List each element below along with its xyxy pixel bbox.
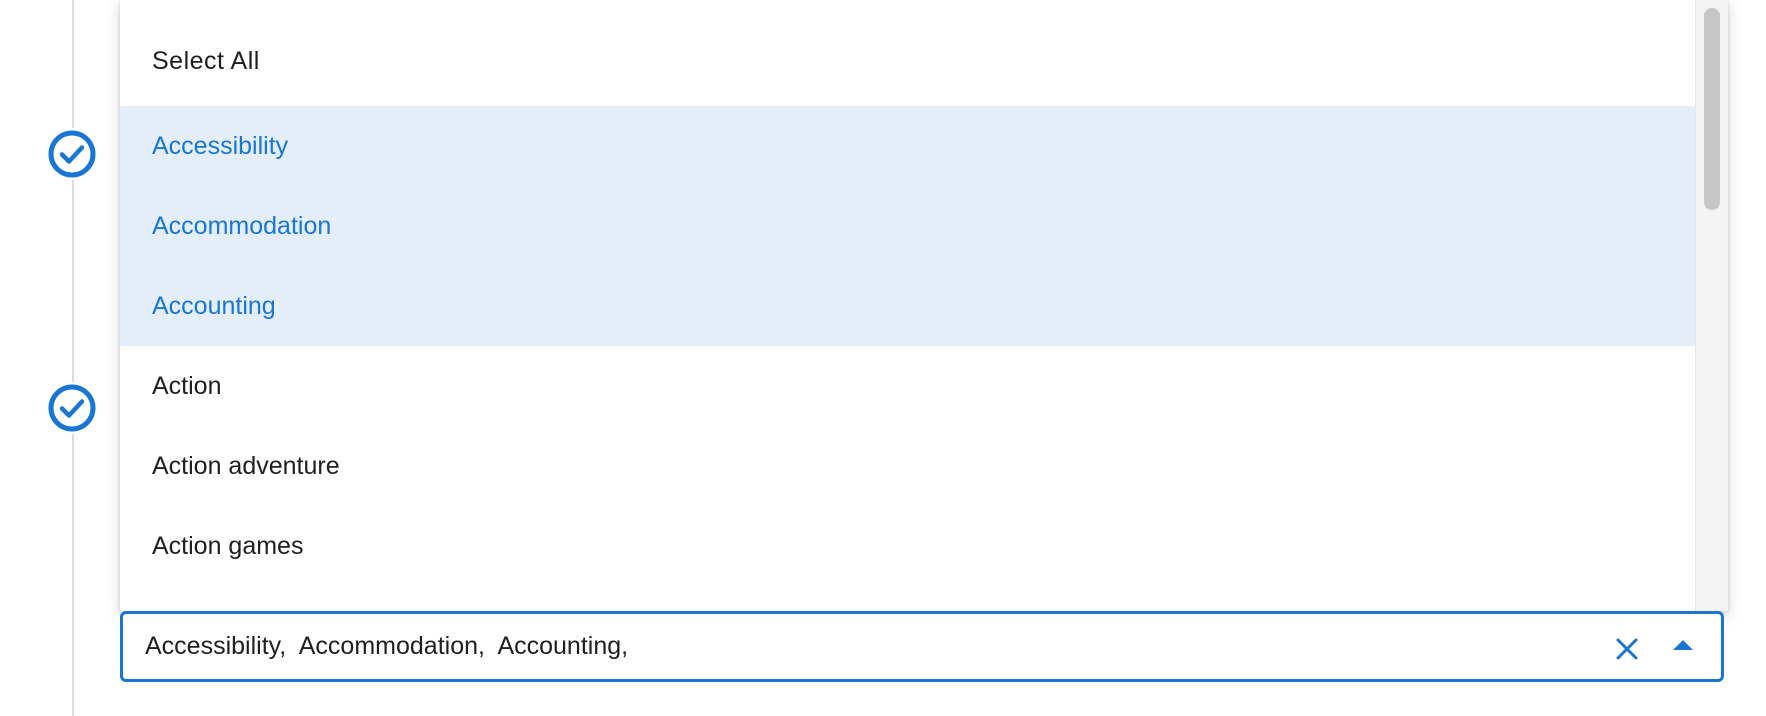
scrollbar-thumb[interactable] bbox=[1704, 8, 1720, 210]
option-accommodation[interactable]: Accommodation bbox=[120, 186, 1696, 266]
check-circle-icon bbox=[46, 382, 98, 434]
page: Select All Accessibility Accommodation A… bbox=[0, 0, 1766, 716]
options-list: Select All Accessibility Accommodation A… bbox=[120, 0, 1696, 586]
option-action-games[interactable]: Action games bbox=[120, 506, 1696, 586]
dropdown-listbox: Select All Accessibility Accommodation A… bbox=[120, 0, 1728, 611]
check-circle-icon bbox=[46, 128, 98, 180]
option-select-all[interactable]: Select All bbox=[120, 0, 1696, 106]
option-action-adventure[interactable]: Action adventure bbox=[120, 426, 1696, 506]
arrow-up-icon[interactable] bbox=[1669, 636, 1697, 654]
select-value: Accessibility, Accommodation, Accounting… bbox=[145, 632, 629, 660]
stepper-line bbox=[72, 0, 74, 716]
option-accessibility[interactable]: Accessibility bbox=[120, 106, 1696, 186]
option-action[interactable]: Action bbox=[120, 346, 1696, 426]
scrollbar[interactable] bbox=[1695, 0, 1728, 611]
close-icon[interactable] bbox=[1611, 633, 1643, 665]
multi-select-field[interactable]: Accessibility, Accommodation, Accounting… bbox=[120, 611, 1724, 682]
option-accounting[interactable]: Accounting bbox=[120, 266, 1696, 346]
